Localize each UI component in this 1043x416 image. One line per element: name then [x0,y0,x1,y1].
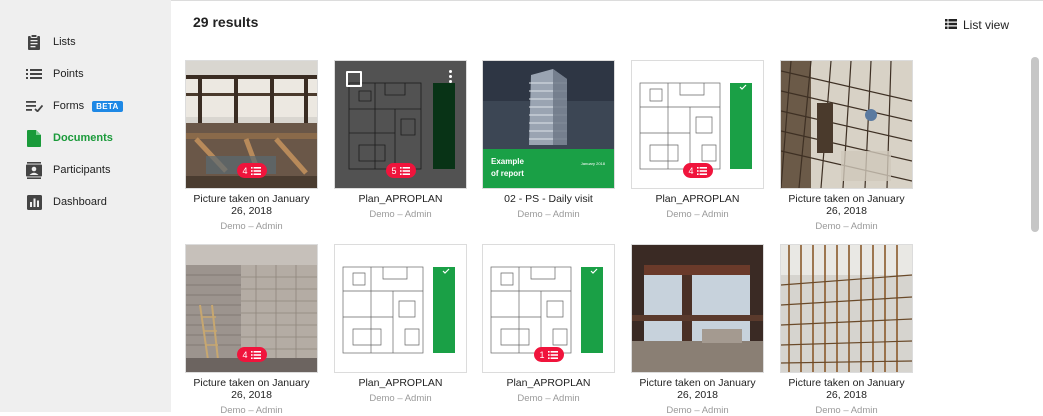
document-card[interactable]: Example of report January 2018 02 - PS -… [482,60,615,220]
document-thumbnail[interactable]: 4 [185,244,318,373]
document-card[interactable]: 4 Picture taken on January 26, 2018 Demo… [185,60,318,232]
sidebar-item-dashboard[interactable]: Dashboard [25,192,107,212]
document-card[interactable]: 4 Picture taken on January 26, 2018 Demo… [185,244,318,416]
sidebar-item-participants[interactable]: Participants [25,160,110,180]
badge-count: 4 [242,349,248,360]
sidebar-item-label: Points [53,68,84,80]
issue-count-badge[interactable]: 5 [385,163,416,178]
badge-count: 4 [688,165,694,176]
document-card[interactable]: Plan_APROPLAN Demo – Admin [334,244,467,404]
sidebar-item-label: Dashboard [53,196,107,208]
document-thumbnail[interactable] [780,244,913,373]
document-thumbnail[interactable]: 4 [185,60,318,189]
document-author: Demo – Admin [369,209,432,220]
document-title[interactable]: Picture taken on January 26, 2018 [631,377,764,401]
document-card[interactable]: 5 Plan_APROPLAN Demo – Admin [334,60,467,220]
document-author: Demo – Admin [815,221,878,232]
report-cover-title: Example [491,157,524,166]
beta-badge: BETA [92,100,123,112]
sidebar-item-documents[interactable]: Documents [25,128,113,148]
document-author: Demo – Admin [517,209,580,220]
document-title[interactable]: Plan_APROPLAN [631,193,764,205]
divider [171,0,1043,1]
list-view-button[interactable]: List view [944,16,1009,34]
document-title[interactable]: Picture taken on January 26, 2018 [780,377,913,401]
document-thumbnail[interactable]: 4 [631,60,764,189]
sidebar-item-label: Forms [53,100,85,112]
document-thumbnail[interactable]: 5 [334,60,467,189]
select-checkbox[interactable] [346,71,362,87]
results-count: 29 results [193,14,259,30]
document-card[interactable]: Picture taken on January 26, 2018 Demo –… [631,244,764,416]
document-title[interactable]: Plan_APROPLAN [334,193,467,205]
list-icon [399,166,410,175]
sidebar: Lists Points Forms BETA Documents Partic… [0,0,171,412]
checklist-icon [25,97,43,115]
issue-count-badge[interactable]: 4 [682,163,713,178]
document-author: Demo – Admin [666,405,729,416]
document-thumbnail[interactable]: 1 [482,244,615,373]
document-title[interactable]: Picture taken on January 26, 2018 [185,193,318,217]
list-icon [250,350,261,359]
document-author: Demo – Admin [220,405,283,416]
document-thumbnail[interactable]: Example of report January 2018 [482,60,615,189]
sidebar-item-forms[interactable]: Forms BETA [25,96,123,116]
document-author: Demo – Admin [666,209,729,220]
issue-count-badge[interactable]: 4 [236,347,267,362]
contact-icon [25,161,43,179]
sidebar-item-label: Lists [53,36,76,48]
badge-count: 1 [539,349,545,360]
documents-panel: 29 results List view 4 Picture taken on … [171,0,1043,416]
document-author: Demo – Admin [369,393,432,404]
document-thumbnail[interactable] [334,244,467,373]
more-options-icon[interactable] [449,70,453,83]
document-card[interactable]: 4 Plan_APROPLAN Demo – Admin [631,60,764,220]
document-icon [25,129,43,147]
sidebar-item-lists[interactable]: Lists [25,32,76,52]
issue-count-badge[interactable]: 4 [236,163,267,178]
document-author: Demo – Admin [815,405,878,416]
list-icon [547,350,558,359]
document-thumbnail[interactable] [780,60,913,189]
document-card[interactable]: Picture taken on January 26, 2018 Demo –… [780,244,913,416]
document-title[interactable]: Picture taken on January 26, 2018 [780,193,913,217]
report-cover-title-line2: of report [491,169,524,178]
sidebar-item-label: Documents [53,132,113,144]
document-title[interactable]: Plan_APROPLAN [482,377,615,389]
list-icon [696,166,707,175]
document-card[interactable]: 1 Plan_APROPLAN Demo – Admin [482,244,615,404]
sidebar-item-points[interactable]: Points [25,64,84,84]
chart-icon [25,193,43,211]
scrollbar[interactable] [1031,57,1039,232]
clipboard-icon [25,33,43,51]
document-title[interactable]: Picture taken on January 26, 2018 [185,377,318,401]
badge-count: 5 [391,165,397,176]
sidebar-item-label: Participants [53,164,111,176]
list-icon [25,65,43,83]
badge-count: 4 [242,165,248,176]
list-view-icon [944,16,957,34]
document-author: Demo – Admin [220,221,283,232]
document-card[interactable]: Picture taken on January 26, 2018 Demo –… [780,60,913,232]
document-title[interactable]: Plan_APROPLAN [334,377,467,389]
list-icon [250,166,261,175]
document-thumbnail[interactable] [631,244,764,373]
list-view-label: List view [962,18,1009,32]
document-title[interactable]: 02 - PS - Daily visit [482,193,615,205]
issue-count-badge[interactable]: 1 [533,347,564,362]
document-author: Demo – Admin [517,393,580,404]
report-cover-date: January 2018 [581,161,606,166]
